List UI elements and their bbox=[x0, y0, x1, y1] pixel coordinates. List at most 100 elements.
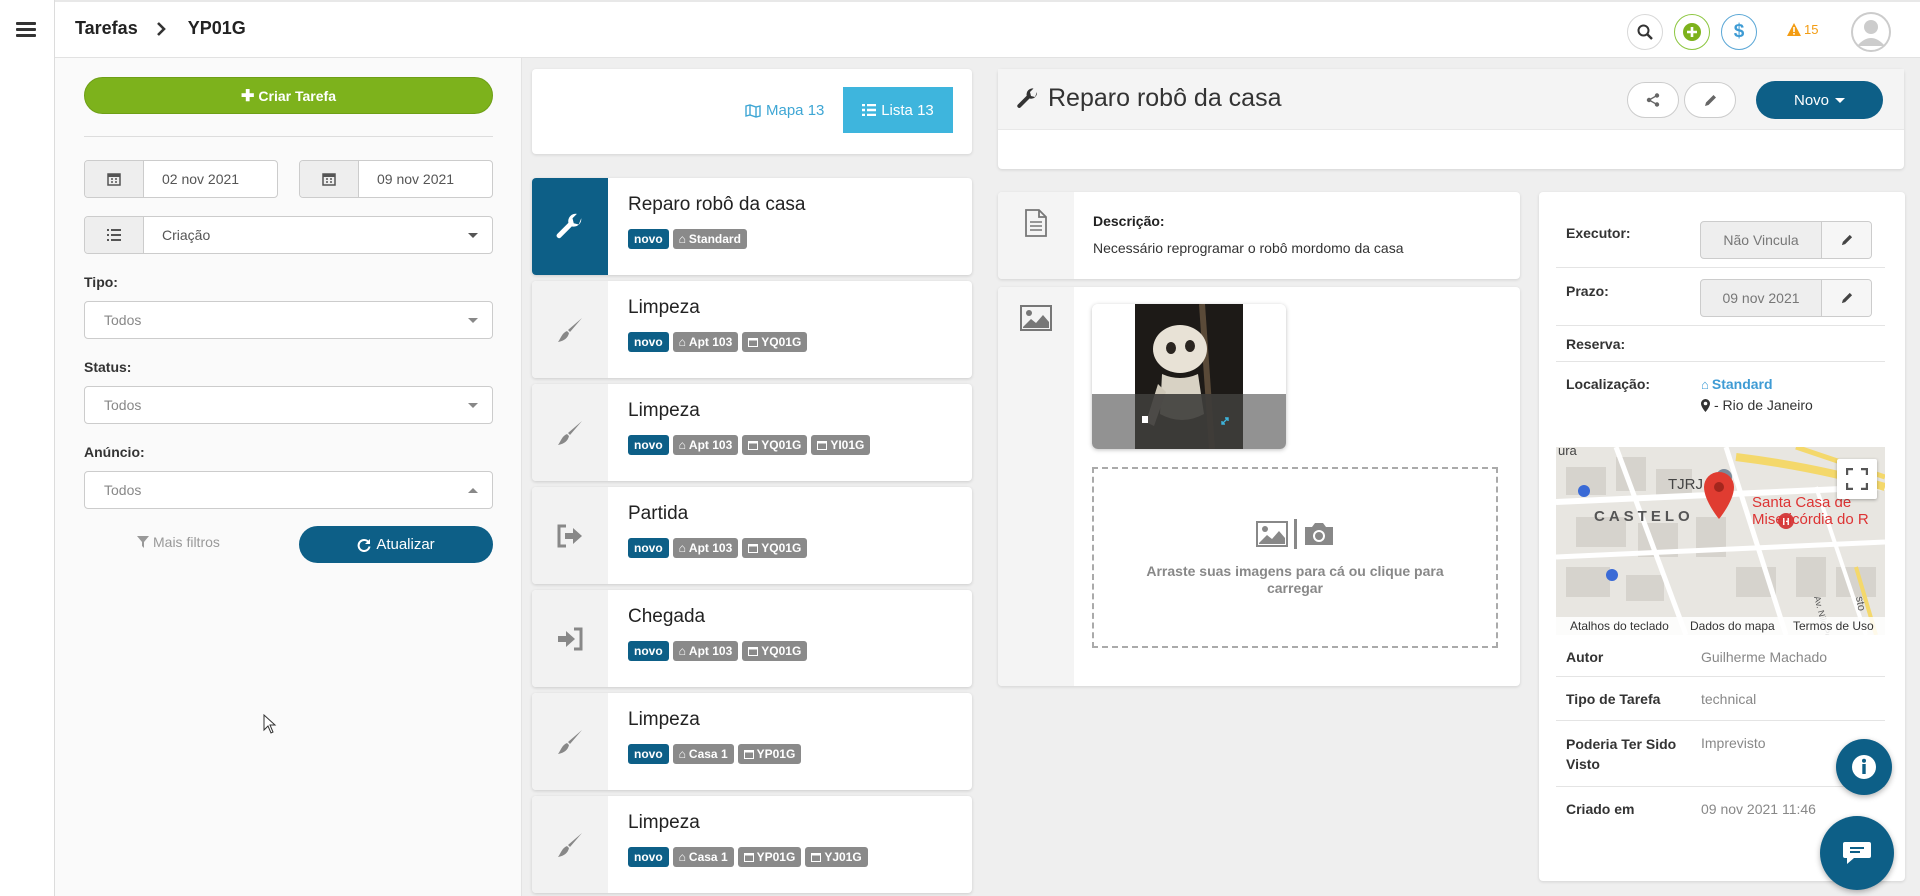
create-task-button[interactable]: ✚ Criar Tarefa bbox=[84, 77, 493, 114]
tag-label: novo bbox=[634, 644, 663, 658]
status-select[interactable]: Todos bbox=[84, 386, 493, 424]
search-button[interactable] bbox=[1627, 14, 1663, 50]
uploaded-image-thumbnail[interactable] bbox=[1092, 304, 1286, 449]
prazo-field: 09 nov 2021 bbox=[1700, 279, 1872, 317]
info-fab-button[interactable] bbox=[1836, 739, 1892, 795]
map-view-label: Mapa 13 bbox=[766, 102, 825, 119]
edit-prazo-button[interactable] bbox=[1821, 280, 1871, 316]
task-card[interactable]: Limpeza novo ⌂ Apt 103 YQ01G YI01G bbox=[532, 384, 972, 481]
list-view-label: Lista 13 bbox=[881, 101, 934, 119]
image-upload-dropzone[interactable]: Arraste suas imagens para cá ou clique p… bbox=[1092, 467, 1498, 648]
tag-label: Casa 1 bbox=[688, 747, 728, 761]
property-badge: ⌂ Casa 1 bbox=[672, 847, 734, 867]
task-tags: novo ⌂ Casa 1 YP01G YJ01G bbox=[628, 847, 868, 867]
trash-icon[interactable] bbox=[1142, 416, 1148, 423]
task-card[interactable]: Limpeza novo ⌂ Casa 1 YP01G YJ01G bbox=[532, 796, 972, 893]
home-icon: ⌂ bbox=[678, 747, 686, 761]
user-avatar[interactable] bbox=[1851, 12, 1891, 52]
new-button[interactable]: Novo bbox=[1756, 81, 1883, 119]
location-link[interactable]: ⌂ Standard bbox=[1701, 376, 1773, 392]
task-tags: novo ⌂ Apt 103 YQ01G bbox=[628, 538, 808, 558]
wrench-icon bbox=[532, 178, 608, 275]
more-filters-link[interactable]: Mais filtros bbox=[137, 534, 220, 550]
map-label-sto: sto bbox=[1853, 595, 1867, 612]
refresh-label: Atualizar bbox=[376, 536, 435, 553]
date-from-field[interactable]: 02 nov 2021 bbox=[84, 160, 278, 198]
task-card[interactable]: Limpeza novo ⌂ Apt 103 YQ01G bbox=[532, 281, 972, 378]
tipo-select[interactable]: Todos bbox=[84, 301, 493, 339]
tag-label: Apt 103 bbox=[688, 335, 733, 349]
task-title: Limpeza bbox=[628, 400, 700, 421]
task-card[interactable]: Reparo robô da casa novo ⌂ Standard bbox=[532, 178, 972, 275]
localizacao-label: Localização: bbox=[1566, 376, 1651, 392]
alerts-indicator[interactable]: 15 bbox=[1787, 22, 1818, 37]
tag-label: Apt 103 bbox=[688, 438, 733, 452]
home-icon: ⌂ bbox=[678, 438, 686, 452]
task-card[interactable]: Limpeza novo ⌂ Casa 1 YP01G bbox=[532, 693, 972, 790]
alerts-count: 15 bbox=[1804, 22, 1819, 37]
image-icon bbox=[1255, 520, 1288, 547]
calendar-icon bbox=[748, 646, 759, 656]
map-fullscreen-button[interactable] bbox=[1837, 459, 1877, 499]
map-label-santa-casa-2: Misericórdia do R bbox=[1752, 511, 1869, 528]
sort-select[interactable]: Criação bbox=[84, 216, 493, 254]
more-filters-label: Mais filtros bbox=[153, 534, 220, 550]
poderia-label: Poderia Ter Sido Visto bbox=[1566, 736, 1677, 772]
edit-button[interactable] bbox=[1684, 82, 1736, 118]
pencil-icon bbox=[1841, 234, 1852, 246]
pencil-icon bbox=[1841, 292, 1852, 304]
booking-badge: YP01G bbox=[737, 847, 802, 867]
chat-fab-button[interactable] bbox=[1820, 816, 1894, 890]
status-badge: novo bbox=[628, 538, 669, 558]
property-badge: ⌂ Standard bbox=[672, 229, 747, 249]
calendar-icon bbox=[748, 440, 759, 450]
tag-label: Apt 103 bbox=[688, 541, 733, 555]
image-icon bbox=[1020, 305, 1052, 331]
map-label-partial: ura bbox=[1558, 447, 1578, 458]
tag-label: Apt 103 bbox=[688, 644, 733, 658]
menu-icon[interactable] bbox=[16, 22, 36, 38]
detail-title: Reparo robô da casa bbox=[1016, 84, 1281, 113]
task-tags: novo ⌂ Apt 103 YQ01G bbox=[628, 641, 808, 661]
executor-field: Não Vincula bbox=[1700, 221, 1872, 259]
location-map[interactable]: H ura TJRJ CASTELO Santa Casa de Miseric… bbox=[1556, 447, 1885, 635]
date-to-field[interactable]: 09 nov 2021 bbox=[299, 160, 493, 198]
date-to-value[interactable]: 09 nov 2021 bbox=[359, 161, 492, 197]
tipo-value: Todos bbox=[104, 312, 142, 328]
tag-label: YQ01G bbox=[761, 644, 802, 658]
map-view-button[interactable]: Mapa 13 bbox=[745, 102, 824, 119]
anuncio-select[interactable]: Todos bbox=[84, 471, 493, 509]
share-button[interactable] bbox=[1627, 82, 1679, 118]
sort-value[interactable]: Criação bbox=[144, 217, 492, 253]
tag-label: YI01G bbox=[830, 438, 865, 452]
prazo-value: 09 nov 2021 bbox=[1722, 290, 1800, 306]
tag-label: novo bbox=[634, 747, 663, 761]
status-label: Status: bbox=[84, 359, 132, 375]
caret-down-icon bbox=[468, 318, 478, 323]
booking-badge: YJ01G bbox=[805, 847, 868, 867]
list-view-button[interactable]: Lista 13 bbox=[843, 87, 953, 133]
tag-label: YP01G bbox=[756, 747, 796, 761]
images-card: Arraste suas imagens para cá ou clique p… bbox=[998, 287, 1520, 686]
map-icon bbox=[745, 103, 761, 118]
detail-title-text: Reparo robô da casa bbox=[1048, 84, 1282, 112]
finance-button[interactable]: $ bbox=[1721, 14, 1757, 50]
tag-label: Standard bbox=[688, 232, 741, 246]
property-badge: ⌂ Apt 103 bbox=[672, 538, 739, 558]
tag-label: novo bbox=[634, 232, 663, 246]
anuncio-label: Anúncio: bbox=[84, 444, 145, 460]
refresh-button[interactable]: Atualizar bbox=[299, 526, 493, 563]
task-card[interactable]: Chegada novo ⌂ Apt 103 YQ01G bbox=[532, 590, 972, 687]
task-title: Limpeza bbox=[628, 709, 700, 730]
booking-badge: YQ01G bbox=[742, 538, 808, 558]
warning-icon bbox=[1787, 23, 1801, 36]
breadcrumb-root[interactable]: Tarefas bbox=[75, 18, 138, 39]
task-card[interactable]: Partida novo ⌂ Apt 103 YQ01G bbox=[532, 487, 972, 584]
location-city-text: - Rio de Janeiro bbox=[1714, 397, 1813, 413]
date-from-value[interactable]: 02 nov 2021 bbox=[144, 161, 277, 197]
add-button[interactable] bbox=[1674, 14, 1710, 50]
task-title: Reparo robô da casa bbox=[628, 194, 806, 215]
edit-executor-button[interactable] bbox=[1821, 222, 1871, 258]
fullscreen-icon bbox=[1846, 468, 1868, 490]
divider bbox=[84, 136, 493, 137]
